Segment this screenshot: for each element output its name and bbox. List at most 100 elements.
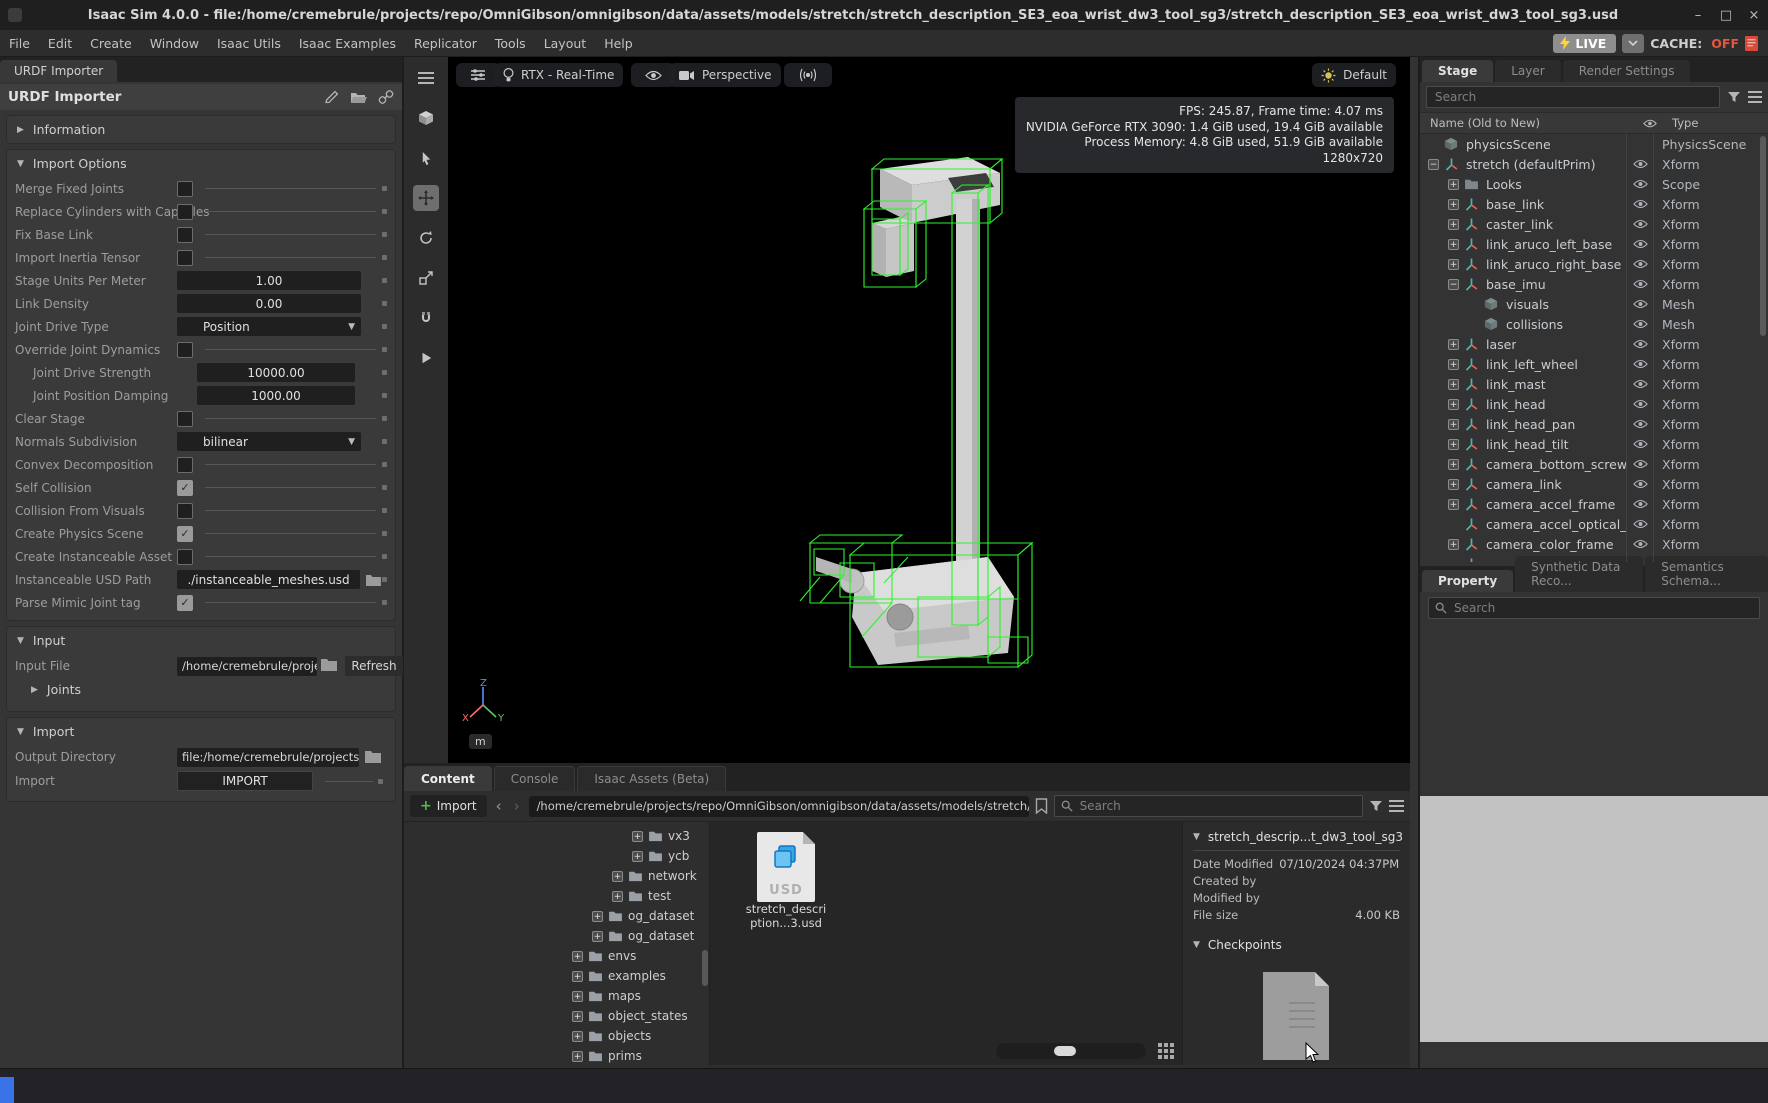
expander-icon[interactable]: +: [1448, 539, 1459, 550]
stage-options-icon[interactable]: [1748, 91, 1762, 103]
filter-icon[interactable]: [1369, 800, 1383, 813]
reset-dot[interactable]: [382, 554, 387, 559]
stage-tree-row[interactable]: + laser Xform: [1420, 334, 1768, 354]
menu-item[interactable]: Tools: [486, 36, 535, 51]
property-search-input[interactable]: [1452, 600, 1753, 616]
folder-tree-row[interactable]: + vx3: [404, 826, 709, 846]
visibility-toggle[interactable]: [1626, 274, 1654, 294]
stage-tab[interactable]: Stage: [1422, 60, 1493, 82]
reset-dot[interactable]: [382, 347, 387, 352]
expander-icon[interactable]: +: [1448, 339, 1459, 350]
expander-icon[interactable]: +: [572, 951, 583, 962]
expander-icon[interactable]: +: [1448, 419, 1459, 430]
refresh-button[interactable]: Refresh: [345, 656, 403, 676]
forward-button[interactable]: ›: [511, 797, 523, 815]
thumbnail-size-slider[interactable]: [996, 1043, 1146, 1059]
import-header[interactable]: ▼ Import: [7, 718, 395, 745]
stage-search-box[interactable]: [1426, 86, 1720, 108]
checkbox[interactable]: [177, 181, 193, 197]
reset-dot[interactable]: [382, 439, 387, 444]
reset-dot[interactable]: [382, 255, 387, 260]
checkbox[interactable]: [177, 411, 193, 427]
cache-doc-icon[interactable]: [1745, 36, 1758, 51]
value-field[interactable]: 10000.00: [197, 363, 355, 382]
visibility-toggle[interactable]: [1626, 354, 1654, 374]
stage-tree-row[interactable]: + link_head_tilt Xform: [1420, 434, 1768, 454]
back-button[interactable]: ‹: [493, 797, 505, 815]
folder-tree-row[interactable]: + envs: [404, 946, 709, 966]
visibility-toggle[interactable]: [1626, 314, 1654, 334]
folder-icon[interactable]: [320, 657, 338, 672]
stage-tree-row[interactable]: − base_imu Xform: [1420, 274, 1768, 294]
maximize-button[interactable]: □: [1712, 4, 1740, 26]
folder-tree-row[interactable]: + objects: [404, 1026, 709, 1046]
visibility-toggle[interactable]: [1626, 374, 1654, 394]
folder-tree-row[interactable]: + og_dataset: [404, 906, 709, 926]
reset-dot[interactable]: [382, 324, 387, 329]
property-tab[interactable]: Property: [1422, 570, 1513, 592]
stage-tree-row[interactable]: [1420, 554, 1768, 562]
dropdown-field[interactable]: Position▼: [177, 317, 361, 336]
tab-urdf-importer[interactable]: URDF Importer: [0, 60, 117, 82]
checkbox[interactable]: ✓: [177, 595, 193, 611]
link-icon[interactable]: [378, 89, 394, 105]
reset-dot[interactable]: [382, 508, 387, 513]
close-button[interactable]: ×: [1740, 4, 1768, 26]
stage-tree-row[interactable]: + camera_bottom_screw_frame Xform: [1420, 454, 1768, 474]
details-header[interactable]: ▼ stretch_descrip...t_dw3_tool_sg3: [1193, 828, 1400, 851]
reset-dot[interactable]: [382, 600, 387, 605]
checkbox[interactable]: [177, 549, 193, 565]
play-icon[interactable]: [413, 345, 439, 371]
output-directory-field[interactable]: file:/home/cremebrule/projects/r: [177, 748, 359, 767]
visibility-toggle[interactable]: [1626, 254, 1654, 274]
cube-tool-icon[interactable]: [413, 105, 439, 131]
visibility-toggle[interactable]: [1626, 514, 1654, 534]
stage-tree-row[interactable]: + camera_color_frame Xform: [1420, 534, 1768, 554]
visibility-toggle[interactable]: [1626, 174, 1654, 194]
expander-icon[interactable]: +: [612, 871, 623, 882]
expander-icon[interactable]: +: [592, 931, 603, 942]
information-header[interactable]: ▶ Information: [7, 116, 395, 143]
visibility-toggle[interactable]: [1626, 554, 1654, 562]
stage-tab[interactable]: Layer: [1495, 60, 1560, 82]
visibility-toggle[interactable]: [1626, 494, 1654, 514]
stage-tree-row[interactable]: collisions Mesh: [1420, 314, 1768, 334]
live-button[interactable]: LIVE: [1553, 34, 1616, 53]
stage-tree-row[interactable]: + camera_link Xform: [1420, 474, 1768, 494]
content-import-button[interactable]: + Import: [410, 795, 487, 817]
live-dropdown[interactable]: [1622, 34, 1644, 53]
input-header[interactable]: ▼ Input: [7, 627, 395, 654]
checkbox[interactable]: ✓: [177, 480, 193, 496]
reset-dot[interactable]: [382, 186, 387, 191]
path-field[interactable]: ./instanceable_meshes.usd: [177, 570, 360, 589]
select-tool-icon[interactable]: [413, 145, 439, 171]
stage-tree-row[interactable]: + base_link Xform: [1420, 194, 1768, 214]
content-search-box[interactable]: [1054, 795, 1363, 817]
stage-tree-row[interactable]: + caster_link Xform: [1420, 214, 1768, 234]
checkpoints-header[interactable]: ▼ Checkpoints: [1193, 938, 1400, 952]
expander-icon[interactable]: +: [1448, 359, 1459, 370]
menu-item[interactable]: Replicator: [405, 36, 486, 51]
expander-icon[interactable]: +: [612, 891, 623, 902]
expander-icon[interactable]: +: [632, 831, 643, 842]
snap-tool-icon[interactable]: [413, 305, 439, 331]
edit-pencil-icon[interactable]: [324, 89, 340, 105]
checkbox[interactable]: [177, 250, 193, 266]
path-bar[interactable]: /home/cremebrule/projects/repo/OmniGibso…: [529, 796, 1029, 817]
expander-icon[interactable]: +: [632, 851, 643, 862]
expander-icon[interactable]: +: [1448, 239, 1459, 250]
expander-icon[interactable]: +: [1448, 219, 1459, 230]
stage-tree-row[interactable]: + link_head_pan Xform: [1420, 414, 1768, 434]
menu-item[interactable]: Edit: [39, 36, 81, 51]
broadcast-button[interactable]: [784, 63, 832, 87]
renderer-selector[interactable]: RTX - Real-Time: [494, 63, 623, 87]
expander-icon[interactable]: +: [1448, 439, 1459, 450]
stage-tree-row[interactable]: visuals Mesh: [1420, 294, 1768, 314]
viewport-menu-icon[interactable]: [413, 65, 439, 91]
visibility-column-header[interactable]: [1636, 119, 1664, 128]
expander-icon[interactable]: +: [1448, 259, 1459, 270]
reset-dot[interactable]: [382, 416, 387, 421]
menu-item[interactable]: Isaac Utils: [208, 36, 290, 51]
expander-icon[interactable]: +: [1448, 379, 1459, 390]
expander-icon[interactable]: +: [592, 911, 603, 922]
